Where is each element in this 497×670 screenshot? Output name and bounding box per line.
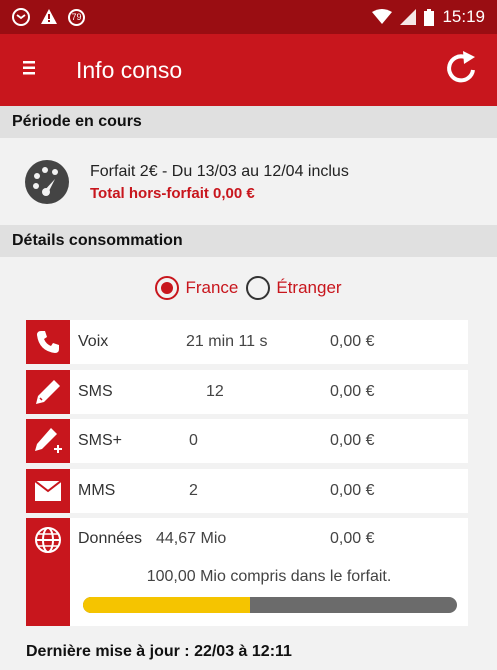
clock: 15:19 — [442, 7, 485, 26]
radio-france-label: France — [185, 278, 239, 297]
period-section-header: Période en cours — [0, 106, 497, 138]
menu-button[interactable] — [0, 34, 60, 106]
usage-row-sms-plus: SMS+ 0 0,00 € — [26, 419, 468, 463]
usage-row-mms: MMS 2 0,00 € — [26, 469, 468, 513]
radio-unselected-icon — [246, 276, 271, 300]
usage-label: SMS — [78, 383, 113, 400]
usage-row-voice: Voix 21 min 11 s 0,00 € — [26, 320, 468, 364]
usage-label: Données — [78, 530, 143, 547]
usage-price: 0,00 € — [330, 383, 375, 400]
data-allowance-note: 100,00 Mio compris dans le forfait. — [146, 568, 392, 585]
usage-value: 44,67 Mio — [156, 530, 227, 547]
message-notification-icon — [12, 8, 30, 26]
globe-icon — [26, 518, 70, 626]
notification-count-badge: 79 — [68, 8, 85, 26]
radio-selected-icon — [155, 276, 180, 300]
last-update-text: Dernière mise à jour : 22/03 à 12:11 — [26, 643, 292, 660]
refresh-button[interactable] — [427, 34, 497, 106]
usage-label: Voix — [78, 333, 109, 350]
usage-value: 0 — [189, 432, 198, 449]
period-summary: Forfait 2€ - Du 13/03 au 12/04 inclus To… — [0, 139, 497, 225]
radio-etranger-label: Étranger — [276, 278, 342, 297]
wifi-icon — [372, 9, 393, 25]
hamburger-menu-icon — [23, 60, 37, 81]
warning-icon — [40, 8, 58, 26]
refresh-icon — [445, 50, 479, 90]
data-usage-progress-fill — [83, 597, 251, 613]
status-bar: 79 15:19 — [0, 0, 497, 34]
usage-value: 21 min 11 s — [186, 333, 268, 350]
usage-row-sms: SMS 12 0,00 € — [26, 370, 468, 414]
envelope-icon — [26, 469, 70, 513]
usage-value: 2 — [189, 482, 198, 499]
phone-icon — [26, 320, 70, 364]
region-radio-group: France Étranger — [0, 276, 497, 300]
pencil-icon — [26, 370, 70, 414]
usage-label: SMS+ — [78, 432, 123, 449]
usage-price: 0,00 € — [330, 432, 375, 449]
signal-icon — [400, 9, 417, 25]
usage-row-data: Données 44,67 Mio 0,00 € 100,00 Mio comp… — [26, 518, 468, 626]
usage-label: MMS — [78, 482, 116, 499]
usage-price: 0,00 € — [330, 530, 375, 547]
data-usage-progress-bar — [83, 597, 457, 613]
gauge-icon — [24, 159, 70, 205]
page-title: Info conso — [76, 56, 183, 83]
details-section-header: Détails consommation — [0, 225, 497, 257]
plan-description: Forfait 2€ - Du 13/03 au 12/04 inclus — [90, 162, 349, 180]
extra-charges-total: Total hors-forfait 0,00 € — [90, 184, 255, 202]
usage-price: 0,00 € — [330, 333, 375, 350]
radio-etranger[interactable]: Étranger — [246, 276, 342, 300]
usage-price: 0,00 € — [330, 482, 375, 499]
radio-france[interactable]: France — [155, 276, 238, 300]
battery-icon — [424, 8, 435, 26]
pencil-plus-icon — [26, 419, 70, 463]
usage-value: 12 — [206, 383, 224, 400]
app-bar: Info conso — [0, 34, 497, 106]
